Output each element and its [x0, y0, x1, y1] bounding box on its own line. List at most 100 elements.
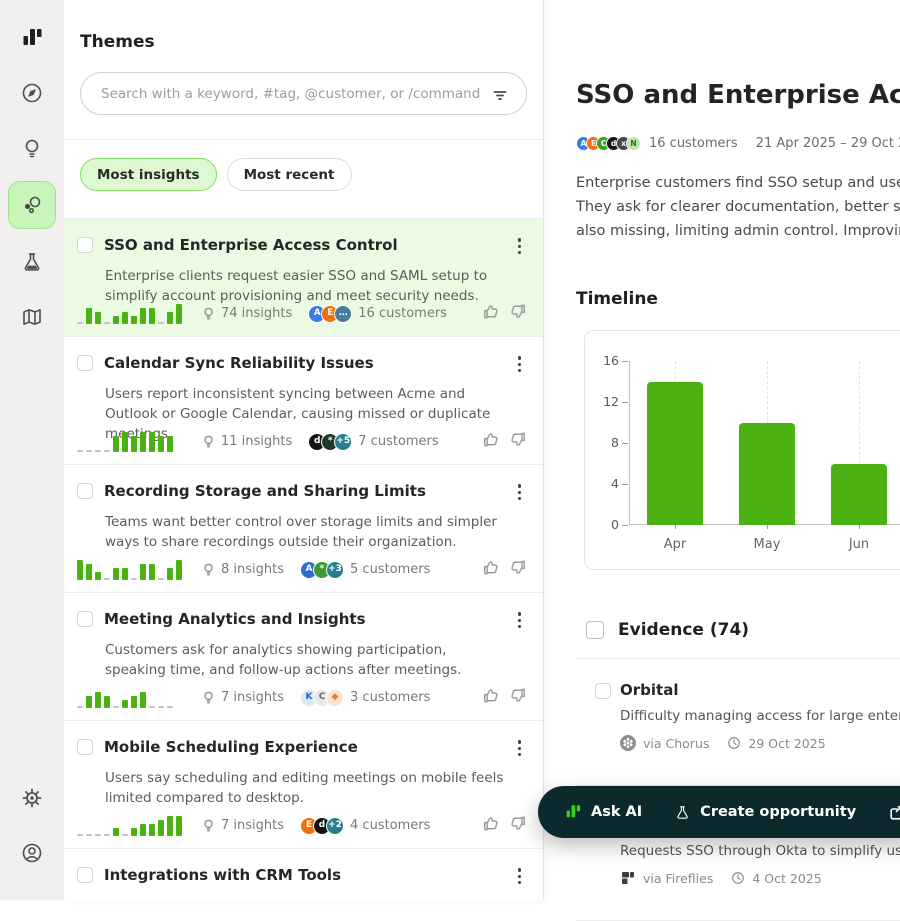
- chip-most-recent[interactable]: Most recent: [227, 158, 352, 191]
- customer-avatars: KC◆: [300, 689, 344, 707]
- theme-description: Teams want better control over storage l…: [105, 512, 505, 552]
- user-icon: [20, 841, 44, 865]
- evidence-date: 4 Oct 2025: [752, 871, 821, 886]
- kebab-menu-icon[interactable]: [514, 737, 526, 760]
- theme-card[interactable]: SSO and Enterprise Access Control Enterp…: [64, 218, 543, 336]
- clock-icon: [731, 871, 745, 885]
- customer-avatar: …: [334, 305, 352, 323]
- timeline-bar-may: [739, 423, 795, 526]
- clock-icon: [727, 736, 741, 750]
- lightbulb-icon: [20, 136, 44, 160]
- panel-title: Themes: [64, 0, 543, 72]
- chorus-source-icon: [620, 735, 636, 751]
- description-line: Enterprise customers find SSO setup and …: [576, 171, 900, 195]
- kebab-menu-icon[interactable]: [514, 353, 526, 376]
- evidence-header: Evidence (74): [586, 620, 900, 640]
- customer-avatar: N: [626, 136, 641, 151]
- flask-icon: [674, 804, 691, 821]
- theme-checkbox[interactable]: [77, 483, 93, 499]
- thumbs-down-button[interactable]: [510, 687, 527, 708]
- y-axis-tick: 4: [591, 476, 619, 491]
- date-range: 21 Apr 2025 – 29 Oct 2025: [756, 136, 900, 151]
- lightbulb-icon: [201, 434, 216, 449]
- theme-checkbox[interactable]: [77, 867, 93, 883]
- theme-card[interactable]: Calendar Sync Reliability Issues Users r…: [64, 336, 543, 464]
- theme-title: Mobile Scheduling Experience: [104, 737, 514, 757]
- theme-card[interactable]: Meeting Analytics and Insights Customers…: [64, 592, 543, 720]
- evidence-description: Difficulty managing access for large ent…: [620, 708, 900, 724]
- sidebar-item-labs[interactable]: [10, 240, 54, 284]
- theme-card[interactable]: Recording Storage and Sharing Limits Tea…: [64, 464, 543, 592]
- kebab-menu-icon[interactable]: [514, 865, 526, 888]
- customers-count: 4 customers: [350, 818, 430, 833]
- thumbs-up-button[interactable]: [482, 431, 499, 452]
- filter-icon[interactable]: [490, 84, 510, 104]
- bar-chart-logo-icon: [20, 26, 44, 50]
- customer-avatar: ◆: [326, 689, 344, 707]
- sidebar-item-insights[interactable]: [10, 126, 54, 170]
- save-for-later-button[interactable]: Save for later: [888, 804, 900, 820]
- theme-title: Calendar Sync Reliability Issues: [104, 353, 514, 373]
- kebab-menu-icon[interactable]: [514, 609, 526, 632]
- customer-avatars: Ed+2: [300, 817, 344, 835]
- theme-card[interactable]: Mobile Scheduling Experience Users say s…: [64, 720, 543, 848]
- sidebar-item-explore[interactable]: [10, 71, 54, 115]
- insights-count: 7 insights: [221, 818, 284, 833]
- kebab-menu-icon[interactable]: [514, 481, 526, 504]
- evidence-source: via Chorus: [643, 736, 709, 751]
- thumbs-up-button[interactable]: [482, 687, 499, 708]
- sidebar-item-map[interactable]: [10, 295, 54, 339]
- ask-ai-button[interactable]: Ask AI: [564, 803, 642, 821]
- timeline-bar-apr: [647, 382, 703, 526]
- evidence-date: 29 Oct 2025: [748, 736, 825, 751]
- evidence-select-all-checkbox[interactable]: [586, 621, 604, 639]
- y-axis-tick: 12: [591, 394, 619, 409]
- kebab-menu-icon[interactable]: [514, 235, 526, 258]
- customers-count: 16 customers: [649, 136, 738, 151]
- theme-checkbox[interactable]: [77, 739, 93, 755]
- create-opportunity-button[interactable]: Create opportunity: [674, 804, 856, 821]
- compass-icon: [20, 81, 44, 105]
- thumbs-down-button[interactable]: [510, 303, 527, 324]
- customer-avatars: AE…: [308, 305, 352, 323]
- insights-sparkline: [77, 432, 189, 452]
- theme-title: Integrations with CRM Tools: [104, 865, 514, 885]
- customer-avatar: +5: [334, 433, 352, 451]
- theme-checkbox[interactable]: [77, 611, 93, 627]
- sidebar-item-settings[interactable]: [10, 776, 54, 820]
- x-axis-tick: May: [737, 537, 797, 552]
- thumbs-down-button[interactable]: [510, 559, 527, 580]
- theme-checkbox[interactable]: [77, 355, 93, 371]
- customers-count: 16 customers: [358, 306, 447, 321]
- timeline-bar-jun: [831, 464, 887, 526]
- lightbulb-icon: [201, 690, 216, 705]
- evidence-item[interactable]: Orbital Difficulty managing access for l…: [576, 659, 900, 767]
- flask-icon: [20, 250, 44, 274]
- y-axis-tick: 8: [591, 435, 619, 450]
- evidence-checkbox[interactable]: [595, 683, 611, 699]
- search-input[interactable]: [99, 85, 490, 103]
- thumbs-up-button[interactable]: [482, 559, 499, 580]
- detail-meta: AECdxN 16 customers 21 Apr 2025 – 29 Oct…: [576, 136, 900, 151]
- theme-title: SSO and Enterprise Access Control: [104, 235, 514, 255]
- thumbs-down-button[interactable]: [510, 431, 527, 452]
- thumbs-down-button[interactable]: [510, 815, 527, 836]
- app-logo[interactable]: [10, 16, 54, 60]
- create-opportunity-label: Create opportunity: [700, 804, 856, 820]
- theme-checkbox[interactable]: [77, 237, 93, 253]
- search-bar[interactable]: [80, 72, 527, 115]
- sidebar-item-themes[interactable]: [8, 181, 56, 229]
- chip-most-insights[interactable]: Most insights: [80, 158, 217, 191]
- fireflies-source-icon: [620, 870, 636, 886]
- theme-detail-panel: SSO and Enterprise Access Control AECdxN…: [544, 0, 900, 900]
- theme-description: Enterprise clients request easier SSO an…: [105, 266, 505, 306]
- insights-count: 74 insights: [221, 306, 292, 321]
- thumbs-up-button[interactable]: [482, 303, 499, 324]
- theme-title: Recording Storage and Sharing Limits: [104, 481, 514, 501]
- thumbs-up-button[interactable]: [482, 815, 499, 836]
- customer-avatar: +3: [326, 561, 344, 579]
- theme-card[interactable]: Integrations with CRM Tools: [64, 848, 543, 900]
- theme-card-list: SSO and Enterprise Access Control Enterp…: [64, 218, 543, 900]
- sidebar-item-account[interactable]: [10, 831, 54, 875]
- customer-avatar: +2: [326, 817, 344, 835]
